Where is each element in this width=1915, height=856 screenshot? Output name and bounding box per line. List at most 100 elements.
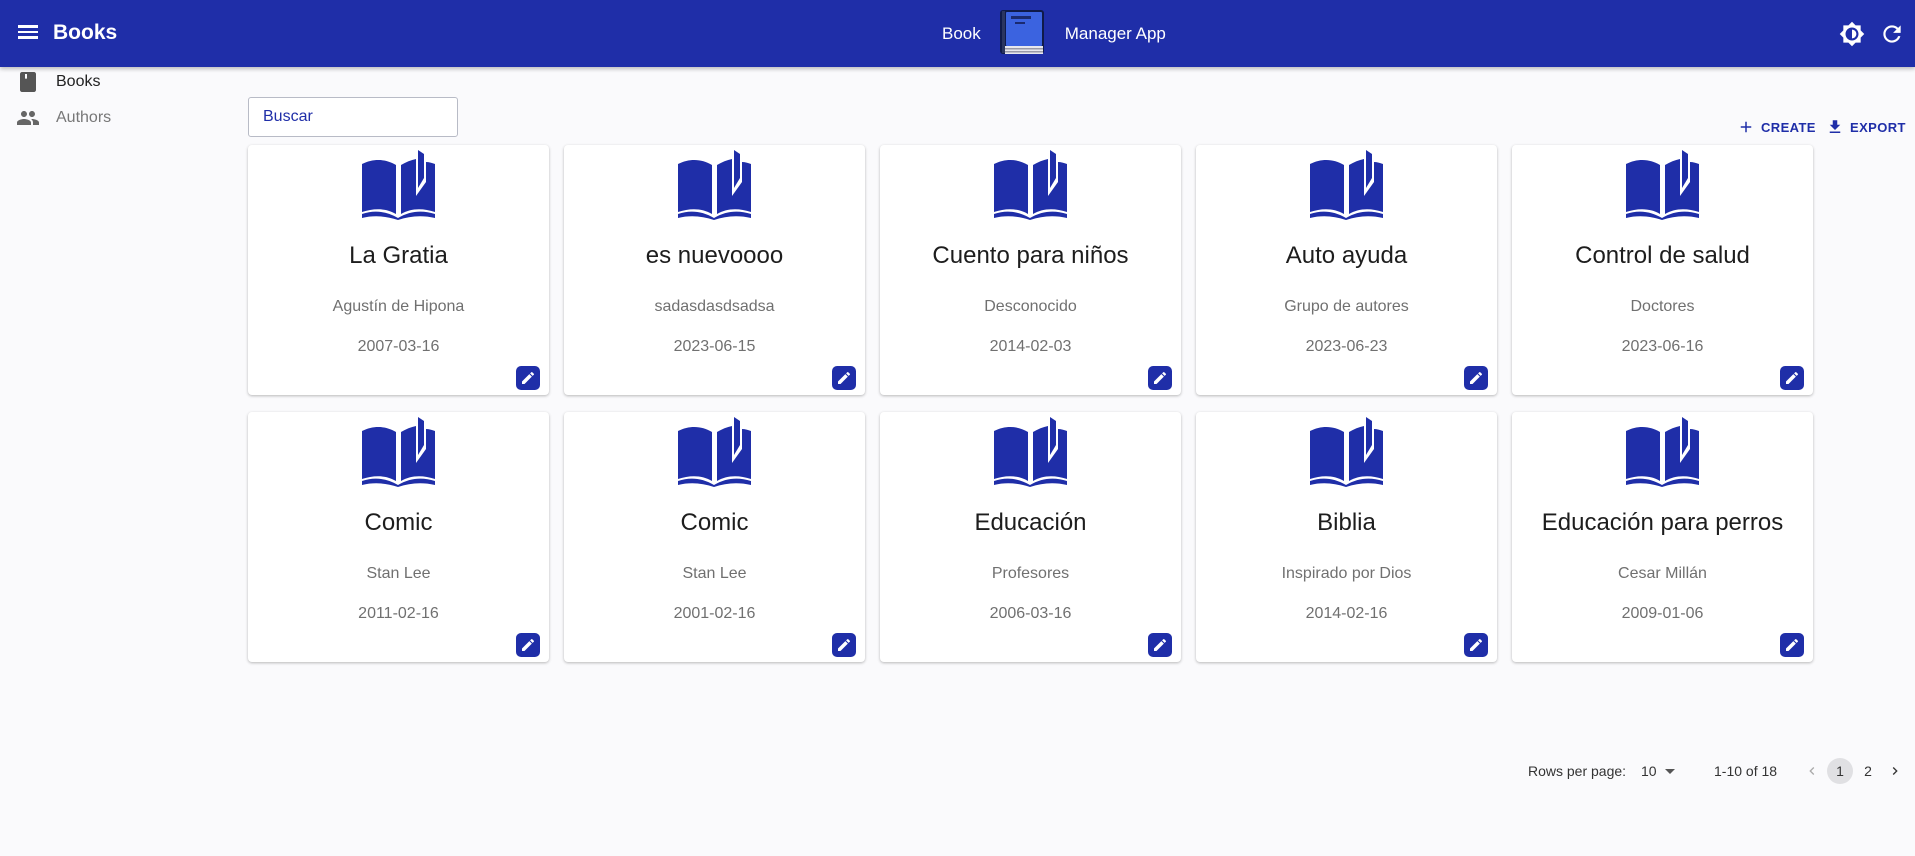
book-card[interactable]: es nuevoooo sadasdasdsadsa 2023-06-15 [564,145,865,395]
chevron-right-icon [1892,767,1898,775]
book-title: es nuevoooo [645,242,784,269]
pagination: Rows per page: 10 1-10 of 18 1 2 [0,758,1915,784]
book-date: 2001-02-16 [673,605,756,622]
open-book-icon [676,148,753,220]
rows-per-page-label: Rows per page: [1528,763,1627,779]
brightness-icon[interactable] [1839,21,1865,47]
book-card[interactable]: Educación Profesores 2006-03-16 [880,412,1181,662]
people-icon [16,106,40,130]
edit-button[interactable] [516,633,540,657]
book-author: Inspirado por Dios [1281,565,1412,582]
open-book-icon [360,148,437,220]
refresh-icon[interactable] [1879,21,1905,47]
create-label: CREATE [1761,119,1816,135]
edit-button[interactable] [1148,366,1172,390]
menu-icon[interactable] [16,21,40,45]
open-book-icon [992,148,1069,220]
edit-button[interactable] [1780,633,1804,657]
book-title: Auto ayuda [1285,242,1408,269]
dropdown-caret-icon [1664,768,1675,774]
book-title: Comic [364,509,433,536]
book-author: Stan Lee [682,565,747,582]
rows-per-page-value: 10 [1641,763,1657,779]
book-title: Control de salud [1575,242,1750,269]
plus-icon [1740,121,1752,133]
book-title: Biblia [1317,509,1376,536]
edit-button[interactable] [516,366,540,390]
app-bar: Books Book Manager App [0,0,1915,67]
sidebar-item-authors[interactable]: Authors [16,103,111,133]
page-number: 1 [1836,763,1844,779]
book-date: 2011-02-16 [358,605,439,622]
open-book-icon [676,415,753,487]
pencil-icon [1152,370,1168,386]
open-book-icon [1308,148,1385,220]
sidebar-item-books[interactable]: Books [16,67,100,97]
book-icon [16,70,40,94]
book-author: Desconocido [984,298,1077,315]
edit-button[interactable] [832,633,856,657]
prev-page-button[interactable] [1799,758,1825,784]
book-date: 2023-06-15 [673,338,756,355]
edit-button[interactable] [1464,366,1488,390]
page-number: 2 [1864,763,1872,779]
book-title: Comic [680,509,749,536]
pencil-icon [1468,370,1484,386]
edit-button[interactable] [1148,633,1172,657]
book-author: Cesar Millán [1618,565,1707,582]
book-card[interactable]: Control de salud Doctores 2023-06-16 [1512,145,1813,395]
pencil-icon [1152,637,1168,653]
book-card[interactable]: Auto ayuda Grupo de autores 2023-06-23 [1196,145,1497,395]
open-book-icon [360,415,437,487]
pencil-icon [836,637,852,653]
pencil-icon [836,370,852,386]
app-bar-title: Books [53,21,118,44]
open-book-icon [1624,415,1701,487]
book-author: Profesores [991,565,1070,582]
book-card[interactable]: Cuento para niños Desconocido 2014-02-03 [880,145,1181,395]
app-brand: Book Manager App [942,8,1166,60]
book-card[interactable]: Biblia Inspirado por Dios 2014-02-16 [1196,412,1497,662]
book-date: 2023-06-23 [1305,338,1388,355]
edit-button[interactable] [1464,633,1488,657]
book-title: Educación [974,509,1087,536]
book-title: La Gratia [349,242,448,269]
edit-button[interactable] [1780,366,1804,390]
book-date: 2009-01-06 [1621,605,1704,622]
sidebar-item-label: Authors [56,109,112,126]
pencil-icon [520,637,536,653]
edit-button[interactable] [832,366,856,390]
rows-per-page-select[interactable]: 10 [1641,760,1681,782]
book-date: 2023-06-16 [1621,338,1704,355]
book-author: sadasdasdsadsa [654,298,775,315]
page-button-1[interactable]: 1 [1827,758,1853,784]
book-card[interactable]: Educación para perros Cesar Millán 2009-01… [1512,412,1813,662]
pencil-icon [1468,637,1484,653]
sidebar-item-label: Books [56,73,101,90]
create-button[interactable]: CREATE [1737,116,1816,138]
export-button[interactable]: EXPORT [1826,116,1906,138]
search-field[interactable] [248,97,458,137]
brand-text-right: Manager App [1064,24,1166,43]
brand-text-left: Book [942,24,981,43]
book-author: Stan Lee [366,565,431,582]
pencil-icon [1784,637,1800,653]
book-author: Grupo de autores [1284,298,1409,315]
book-card[interactable]: Comic Stan Lee 2001-02-16 [564,412,865,662]
search-input[interactable] [249,98,457,136]
book-title: Cuento para niños [932,242,1129,269]
open-book-icon [1308,415,1385,487]
book-author: Doctores [1630,298,1695,315]
book-card[interactable]: La Gratia Agustín de Hipona 2007-03-16 [248,145,549,395]
next-page-button[interactable] [1882,758,1908,784]
book-author: Agustín de Hipona [332,298,465,315]
page-button-2[interactable]: 2 [1855,758,1881,784]
book-date: 2006-03-16 [989,605,1072,622]
chevron-left-icon [1809,767,1815,775]
book-card[interactable]: Comic Stan Lee 2011-02-16 [248,412,549,662]
book-date: 2014-02-16 [1305,605,1388,622]
export-label: EXPORT [1850,119,1906,135]
book-title: Educación para perros [1541,509,1784,536]
pencil-icon [1784,370,1800,386]
book-logo-icon [997,8,1049,60]
